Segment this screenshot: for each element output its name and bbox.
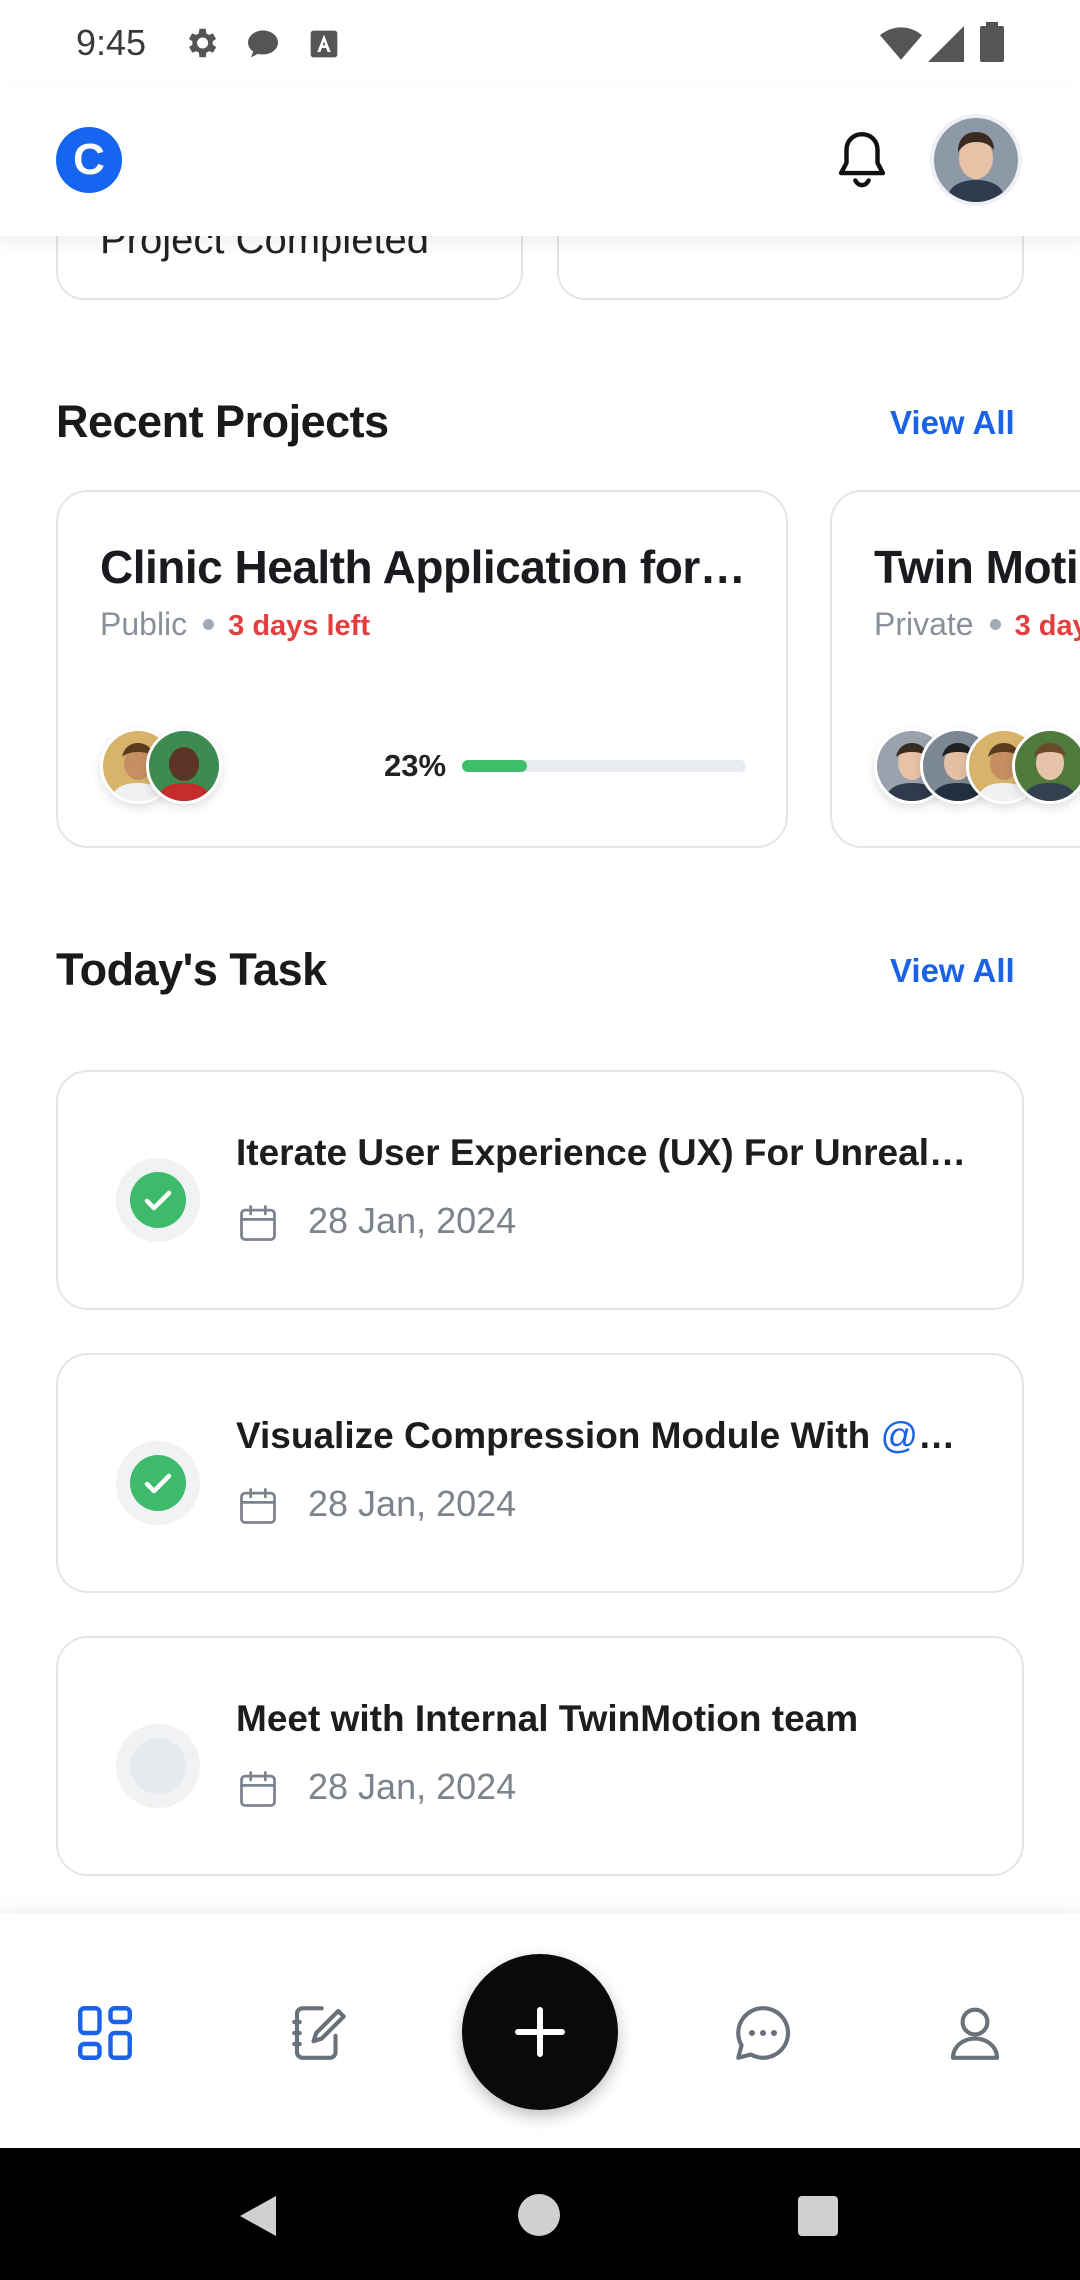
project-progress-bar [462,760,746,772]
profile-icon[interactable] [942,2000,1008,2066]
project-title: Twin Motion [874,541,1080,593]
task-status-toggle[interactable] [116,1158,200,1242]
recents-icon[interactable] [798,2196,838,2236]
calendar-icon [240,1488,276,1524]
wifi-icon [880,27,922,60]
member-avatar [1012,728,1080,804]
project-meta: Private 3 days left [874,606,1080,643]
user-avatar[interactable] [930,114,1022,206]
recent-projects-view-all-link[interactable]: View All [890,404,1015,442]
calendar-icon [240,1771,276,1807]
task-card[interactable]: Iterate User Experience (UX) For Unreal … [56,1070,1024,1310]
task-date: 28 Jan, 2024 [308,1200,517,1241]
status-time: 9:45 [76,22,147,63]
app-header: C [0,86,1080,236]
task-card[interactable]: Meet with Internal TwinMotion team 28 Ja… [56,1636,1024,1876]
member-avatar [146,728,222,804]
check-icon [130,1455,186,1511]
project-progress-label: 23% [384,748,447,783]
recent-projects-title: Recent Projects [56,396,389,447]
task-date: 28 Jan, 2024 [308,1766,517,1807]
meta-separator [203,619,215,630]
add-button[interactable] [462,1954,618,2110]
calendar-icon [240,1205,276,1241]
project-days-left: 3 days left [1014,610,1080,642]
task-date: 28 Jan, 2024 [308,1483,517,1524]
project-visibility: Public [100,606,188,642]
project-meta: Public 3 days left [100,606,370,643]
meta-separator [989,619,1001,630]
task-status-toggle[interactable] [116,1724,200,1808]
dashboard-icon[interactable] [72,2000,138,2066]
project-card[interactable]: Clinic Health Application for Patients P… [56,490,788,848]
status-bar: 9:45 [0,0,1080,86]
plus-icon [515,2007,565,2057]
project-card[interactable]: Twin Motion Private 3 days left [830,490,1080,848]
signal-icon [928,26,964,62]
chat-bubble-icon [248,30,278,58]
project-visibility: Private [874,606,974,642]
pending-status-icon [130,1738,186,1794]
edit-note-icon[interactable] [286,2000,352,2066]
task-status-toggle[interactable] [116,1441,200,1525]
home-icon[interactable] [518,2194,560,2236]
task-card[interactable]: Visualize Compression Module With @Box… … [56,1353,1024,1593]
app-logo[interactable]: C [56,127,122,193]
system-navigation-bar [0,2148,1080,2280]
project-days-left: 3 days left [228,610,370,642]
task-title: Visualize Compression Module With @Box… [236,1415,966,1457]
settings-icon [188,28,217,58]
project-title: Clinic Health Application for Patients [100,541,750,593]
chat-icon[interactable] [730,2000,796,2066]
back-icon[interactable] [236,2192,280,2240]
project-progress-fill [462,760,528,772]
todays-task-view-all-link[interactable]: View All [890,952,1015,990]
task-title: Meet with Internal TwinMotion team [236,1698,859,1739]
task-title: Iterate User Experience (UX) For Unreal … [236,1132,966,1173]
todays-task-title: Today's Task [56,944,327,995]
battery-icon [980,22,1004,62]
bell-icon[interactable] [832,128,892,192]
task-mention-link[interactable]: @Box… [881,1415,966,1456]
text-a-icon [310,30,338,58]
bottom-navigation [0,1914,1080,2148]
task-title-text: Visualize Compression Module With [236,1415,871,1456]
check-icon [130,1172,186,1228]
